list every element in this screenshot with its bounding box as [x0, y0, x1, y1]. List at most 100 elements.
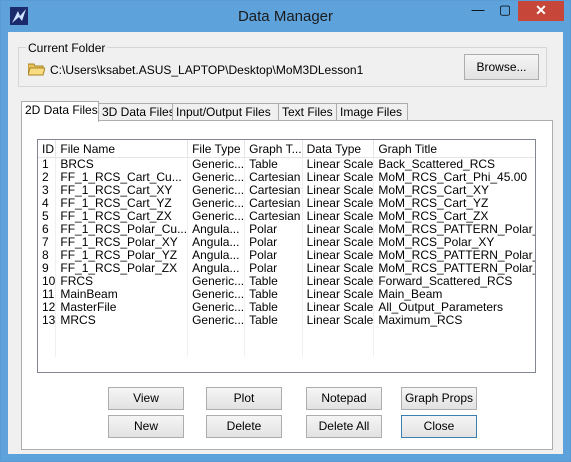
cell-id: 12 — [38, 301, 57, 314]
cell-data-type: Linear Scale — [302, 262, 375, 275]
cell-id: 5 — [38, 210, 57, 223]
filler-cell — [187, 327, 246, 357]
column-header-data-type[interactable]: Data Type — [302, 140, 375, 158]
cell-graph-type: Cartesian — [244, 184, 303, 197]
data-files-list[interactable]: ID File Name File Type Graph T... Data T… — [37, 139, 536, 373]
cell-file-name: FF_1_RCS_Polar_Cu... — [55, 223, 189, 236]
table-row[interactable]: 2 FF_1_RCS_Cart_Cu... Generic... Cartesian L… — [38, 171, 535, 184]
table-row[interactable]: 7 FF_1_RCS_Polar_XY Angula... Polar Linear S… — [38, 236, 535, 249]
cell-file-name: FF_1_RCS_Cart_XY — [55, 184, 189, 197]
title-bar[interactable]: Data Manager — ▢ ✕ — [1, 1, 570, 32]
cell-graph-type: Cartesian — [244, 210, 303, 223]
filler-cell — [244, 327, 303, 357]
cell-data-type: Linear Scale — [302, 301, 375, 314]
cell-graph-type: Polar — [244, 262, 303, 275]
table-row[interactable]: 11 MainBeam Generic... Table Linear Scale Mai… — [38, 288, 535, 301]
cell-graph-title: MoM_RCS_Cart_Phi_45.00 — [373, 171, 535, 184]
tab-input-output-files[interactable]: Input/Output Files — [172, 103, 280, 121]
cell-graph-type: Table — [244, 301, 303, 314]
cell-graph-title: Main_Beam — [373, 288, 535, 301]
cell-file-type: Generic... — [187, 314, 246, 327]
current-folder-path: C:\Users\ksabet.ASUS_LAPTOP\Desktop\MoM3… — [50, 63, 364, 77]
cell-graph-title: MoM_RCS_Cart_XY — [373, 184, 535, 197]
cell-file-type: Generic... — [187, 157, 246, 171]
filler-cell — [55, 327, 189, 357]
cell-id: 8 — [38, 249, 57, 262]
close-button[interactable]: Close — [401, 415, 477, 438]
column-header-id[interactable]: ID — [38, 140, 57, 158]
cell-data-type: Linear Scale — [302, 314, 375, 327]
table-row[interactable]: 13 MRCS Generic... Table Linear Scale Maximum… — [38, 314, 535, 327]
column-header-file-type[interactable]: File Type — [187, 140, 246, 158]
cell-graph-type: Table — [244, 275, 303, 288]
cell-file-type: Generic... — [187, 210, 246, 223]
cell-graph-type: Polar — [244, 236, 303, 249]
cell-file-type: Generic... — [187, 184, 246, 197]
cell-id: 11 — [38, 288, 57, 301]
cell-file-type: Generic... — [187, 301, 246, 314]
table-row[interactable]: 9 FF_1_RCS_Polar_ZX Angula... Polar Linear S… — [38, 262, 535, 275]
column-header-file-name[interactable]: File Name — [55, 140, 189, 158]
table-row[interactable]: 8 FF_1_RCS_Polar_YZ Angula... Polar Linear S… — [38, 249, 535, 262]
table-row[interactable]: 12 MasterFile Generic... Table Linear Scale A… — [38, 301, 535, 314]
maximize-button[interactable]: ▢ — [492, 1, 518, 21]
tab-2d-data-files[interactable]: 2D Data Files — [21, 101, 99, 122]
cell-graph-type: Table — [244, 314, 303, 327]
cell-file-type: Angula... — [187, 236, 246, 249]
tab-image-files[interactable]: Image Files — [336, 103, 408, 121]
cell-file-name: BRCS — [55, 157, 189, 171]
cell-data-type: Linear Scale — [302, 197, 375, 210]
cell-graph-title: MoM_RCS_Cart_YZ — [373, 197, 535, 210]
table-row[interactable]: 6 FF_1_RCS_Polar_Cu... Angula... Polar Linea… — [38, 223, 535, 236]
cell-data-type: Linear Scale — [302, 171, 375, 184]
cell-file-name: MasterFile — [55, 301, 189, 314]
browse-button[interactable]: Browse... — [464, 54, 539, 80]
cell-data-type: Linear Scale — [302, 210, 375, 223]
cell-file-name: FF_1_RCS_Cart_ZX — [55, 210, 189, 223]
cell-file-type: Generic... — [187, 288, 246, 301]
cell-id: 7 — [38, 236, 57, 249]
cell-graph-type: Table — [244, 157, 303, 171]
cell-graph-title: MoM_RCS_PATTERN_Polar_ZX — [373, 262, 535, 275]
cell-graph-title: Forward_Scattered_RCS — [373, 275, 535, 288]
client-area: Current Folder C:\Users\ksabet.ASUS_LAPT… — [8, 32, 563, 454]
cell-file-name: MRCS — [55, 314, 189, 327]
new-button[interactable]: New — [108, 415, 184, 438]
cell-data-type: Linear Scale — [302, 249, 375, 262]
table-row[interactable]: 4 FF_1_RCS_Cart_YZ Generic... Cartesian Line… — [38, 197, 535, 210]
cell-data-type: Linear Scale — [302, 236, 375, 249]
cell-graph-type: Polar — [244, 249, 303, 262]
cell-id: 3 — [38, 184, 57, 197]
delete-button[interactable]: Delete — [206, 415, 282, 438]
tab-panel-2d-data-files: ID File Name File Type Graph T... Data T… — [21, 120, 553, 450]
data-files-table: ID File Name File Type Graph T... Data T… — [38, 140, 535, 357]
cell-graph-type: Polar — [244, 223, 303, 236]
tab-3d-data-files[interactable]: 3D Data Files — [98, 103, 175, 121]
cell-graph-title: MoM_RCS_Polar_XY — [373, 236, 535, 249]
table-row[interactable]: 10 FRCS Generic... Table Linear Scale Forward… — [38, 275, 535, 288]
cell-graph-type: Cartesian — [244, 197, 303, 210]
cell-file-type: Angula... — [187, 223, 246, 236]
filler-cell — [38, 327, 57, 357]
cell-file-type: Generic... — [187, 171, 246, 184]
close-window-button[interactable]: ✕ — [518, 1, 564, 21]
cell-id: 2 — [38, 171, 57, 184]
cell-graph-title: Back_Scattered_RCS — [373, 157, 535, 171]
table-row[interactable]: 3 FF_1_RCS_Cart_XY Generic... Cartesian Line… — [38, 184, 535, 197]
cell-graph-title: MoM_RCS_PATTERN_Polar_C — [373, 223, 535, 236]
view-button[interactable]: View — [108, 387, 184, 410]
delete-all-button[interactable]: Delete All — [306, 415, 382, 438]
minimize-button[interactable]: — — [465, 1, 491, 21]
table-row[interactable]: 5 FF_1_RCS_Cart_ZX Generic... Cartesian Line… — [38, 210, 535, 223]
cell-file-name: FF_1_RCS_Cart_YZ — [55, 197, 189, 210]
cell-graph-type: Cartesian — [244, 171, 303, 184]
tab-text-files[interactable]: Text Files — [278, 103, 338, 121]
plot-button[interactable]: Plot — [206, 387, 282, 410]
graph-props-button[interactable]: Graph Props — [401, 387, 477, 410]
notepad-button[interactable]: Notepad — [306, 387, 382, 410]
column-header-graph-type[interactable]: Graph T... — [244, 140, 303, 158]
table-header-row: ID File Name File Type Graph T... Data T… — [38, 140, 535, 158]
cell-file-name: FRCS — [55, 275, 189, 288]
table-row[interactable]: 1 BRCS Generic... Table Linear Scale Back_Sca… — [38, 157, 535, 171]
column-header-graph-title[interactable]: Graph Title — [373, 140, 535, 158]
